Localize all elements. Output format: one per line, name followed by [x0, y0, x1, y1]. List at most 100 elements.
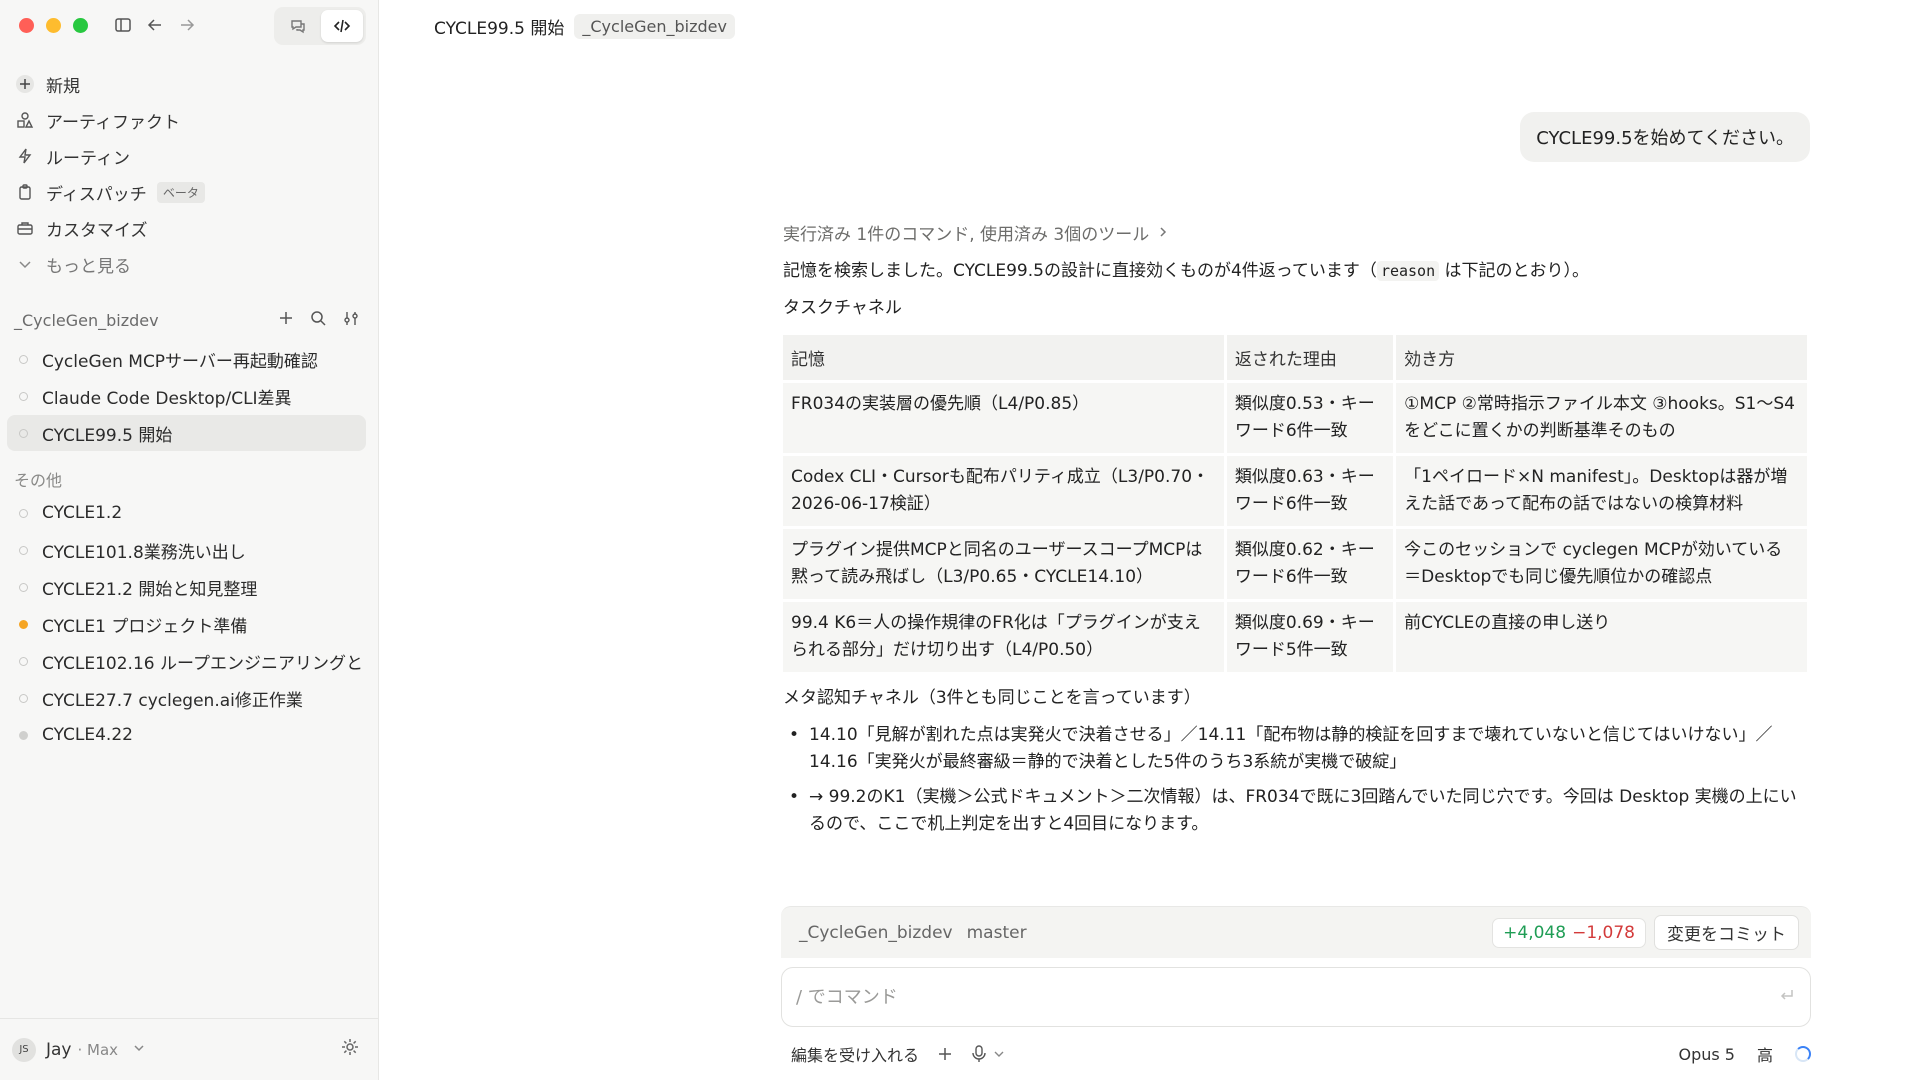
nav-dispatch[interactable]: ディスパッチ ベータ	[12, 174, 366, 210]
chat-mode-icon[interactable]	[277, 10, 319, 42]
additions-count: +4,048	[1503, 922, 1567, 943]
project-chip[interactable]: _CycleGen_bizdev	[574, 14, 735, 39]
model-selector[interactable]: Opus 5	[1678, 1045, 1735, 1064]
table-cell: Codex CLI・Cursorも配布パリティ成立（L3/P0.70・2026-…	[783, 456, 1224, 526]
nav-more[interactable]: もっと見る	[12, 246, 366, 282]
table-row: FR034の実装層の優先順（L4/P0.85） 類似度0.53・キーワード6件一…	[783, 383, 1807, 453]
clipboard-icon	[14, 181, 36, 203]
intro-text: 記憶を検索しました。CYCLE99.5の設計に直接効くものが4件返っています（	[783, 261, 1377, 281]
table-cell: プラグイン提供MCPと同名のユーザースコープMCPは黙って読み飛ばし（L3/P0…	[783, 529, 1224, 599]
session-item-active[interactable]: CYCLE99.5 開始	[7, 415, 366, 451]
session-item[interactable]: CYCLE21.2 開始と知見整理	[7, 569, 366, 605]
user-message-bubble: CYCLE99.5を始めてください。	[1520, 112, 1810, 162]
session-item[interactable]: CYCLE1.2	[7, 495, 366, 531]
session-label: CYCLE1.2	[42, 503, 123, 523]
back-arrow-icon[interactable]	[144, 14, 166, 36]
session-item[interactable]: Claude Code Desktop/CLI差異	[7, 378, 366, 414]
nav-customize[interactable]: カスタマイズ	[12, 210, 366, 246]
forward-arrow-icon[interactable]	[176, 14, 198, 36]
session-running-dot	[19, 619, 28, 629]
sidebar-toggle-icon[interactable]	[112, 14, 134, 36]
meta-bullet-list: 14.10「見解が割れた点は実発火で決着させる」／14.11「配布物は静的検証を…	[783, 722, 1809, 838]
nav-label: アーティファクト	[46, 112, 180, 133]
chevron-down-icon	[14, 253, 36, 275]
session-item[interactable]: CYCLE4.22	[7, 717, 366, 753]
filter-sliders-icon[interactable]	[343, 310, 360, 331]
bolt-icon	[14, 145, 36, 167]
session-item[interactable]: CYCLE27.7 cyclegen.ai修正作業	[7, 680, 366, 716]
nav-label: ディスパッチ	[46, 184, 147, 205]
session-label: CYCLE4.22	[42, 725, 133, 745]
session-item[interactable]: CycleGen MCPサーバー再起動確認	[7, 341, 366, 377]
nav-label: ルーティン	[46, 148, 130, 169]
intro-text-tail: は下記のとおり）。	[1439, 261, 1590, 281]
session-status-dot	[19, 545, 28, 555]
nav-new[interactable]: 新規	[12, 66, 366, 102]
session-label: CYCLE102.16 ループエンジニアリングと	[42, 653, 363, 674]
briefcase-icon	[14, 217, 36, 239]
user-name[interactable]: Jay	[46, 1040, 72, 1060]
table-row: Codex CLI・Cursorも配布パリティ成立（L3/P0.70・2026-…	[783, 456, 1807, 526]
accept-edits-toggle[interactable]: 編集を受け入れる	[791, 1042, 919, 1066]
session-status-dot	[19, 582, 28, 592]
session-label: CYCLE101.8業務洗い出し	[42, 542, 246, 563]
repo-name[interactable]: _CycleGen_bizdev	[799, 923, 953, 943]
session-item[interactable]: CYCLE101.8業務洗い出し	[7, 532, 366, 568]
session-status-dot	[19, 428, 28, 438]
session-status-dot	[19, 391, 28, 401]
sidebar-toolbar	[112, 14, 198, 36]
page-title[interactable]: CYCLE99.5 開始	[434, 14, 564, 39]
account-chevron-down-icon[interactable]	[132, 1040, 146, 1060]
session-item[interactable]: CYCLE1 プロジェクト準備	[7, 606, 366, 642]
microphone-icon[interactable]	[971, 1045, 1005, 1063]
loading-spinner-icon	[1795, 1046, 1811, 1062]
project-name[interactable]: _CycleGen_bizdev	[14, 311, 159, 330]
new-session-icon[interactable]	[278, 310, 294, 331]
tools-summary-toggle[interactable]: 実行済み 1件のコマンド, 使用済み 3個のツール	[783, 220, 1809, 245]
task-channel-heading: タスクチャネル	[783, 298, 902, 318]
effort-selector[interactable]: 高	[1757, 1042, 1773, 1066]
session-done-dot	[19, 730, 28, 740]
meta-channel-heading: メタ認知チャネル（3件とも同じことを言っています）	[783, 688, 1201, 708]
session-label: CYCLE99.5 開始	[42, 425, 173, 446]
minimize-window-button[interactable]	[46, 18, 61, 33]
sidebar: 新規 アーティファクト ルーティン ディスパッチ ベータ カスタマイズ もっと見…	[0, 0, 379, 1080]
window-controls	[19, 18, 88, 33]
plus-icon	[14, 73, 36, 95]
maximize-window-button[interactable]	[73, 18, 88, 33]
settings-gear-icon[interactable]	[340, 1037, 360, 1062]
command-input[interactable]	[796, 986, 1778, 1008]
table-cell: 「1ペイロード×N manifest」。Desktopは器が増えた話であって配布…	[1396, 456, 1807, 526]
send-return-icon[interactable]	[1778, 986, 1796, 1009]
avatar[interactable]: JS	[12, 1037, 36, 1062]
repo-status-bar: _CycleGen_bizdev master +4,048 −1,078 変更…	[781, 906, 1811, 958]
table-row: プラグイン提供MCPと同名のユーザースコープMCPは黙って読み飛ばし（L3/P0…	[783, 529, 1807, 599]
shapes-icon	[14, 109, 36, 131]
table-row: 99.4 K6＝人の操作規律のFR化は「プラグインが支えられる部分」だけ切り出す…	[783, 602, 1807, 672]
close-window-button[interactable]	[19, 18, 34, 33]
nav-artifacts[interactable]: アーティファクト	[12, 102, 366, 138]
session-item[interactable]: CYCLE102.16 ループエンジニアリングと	[7, 643, 366, 679]
nav-routines[interactable]: ルーティン	[12, 138, 366, 174]
chevron-right-icon	[1157, 223, 1169, 243]
session-label: CycleGen MCPサーバー再起動確認	[42, 351, 318, 372]
attach-plus-icon[interactable]	[937, 1046, 953, 1062]
branch-name[interactable]: master	[967, 923, 1027, 943]
session-status-dot	[19, 508, 28, 518]
tools-summary-text: 実行済み 1件のコマンド, 使用済み 3個のツール	[783, 225, 1150, 245]
table-cell: 類似度0.62・キーワード6件一致	[1226, 529, 1394, 599]
table-cell: 前CYCLEの直接の申し送り	[1396, 602, 1807, 672]
column-header: 効き方	[1396, 335, 1807, 380]
user-plan: · Max	[77, 1040, 119, 1059]
column-header: 返された理由	[1226, 335, 1394, 380]
commit-changes-button[interactable]: 変更をコミット	[1654, 915, 1799, 950]
sidebar-nav: 新規 アーティファクト ルーティン ディスパッチ ベータ カスタマイズ もっと見…	[12, 66, 366, 282]
nav-label: もっと見る	[46, 256, 131, 277]
mode-switch	[274, 7, 366, 45]
table-header-row: 記憶 返された理由 効き方	[783, 335, 1807, 380]
session-title-row: CYCLE99.5 開始 _CycleGen_bizdev	[434, 14, 735, 39]
search-icon[interactable]	[310, 310, 327, 331]
diff-stats[interactable]: +4,048 −1,078	[1492, 917, 1646, 948]
session-label: CYCLE27.7 cyclegen.ai修正作業	[42, 690, 303, 711]
code-mode-icon[interactable]	[321, 10, 363, 42]
